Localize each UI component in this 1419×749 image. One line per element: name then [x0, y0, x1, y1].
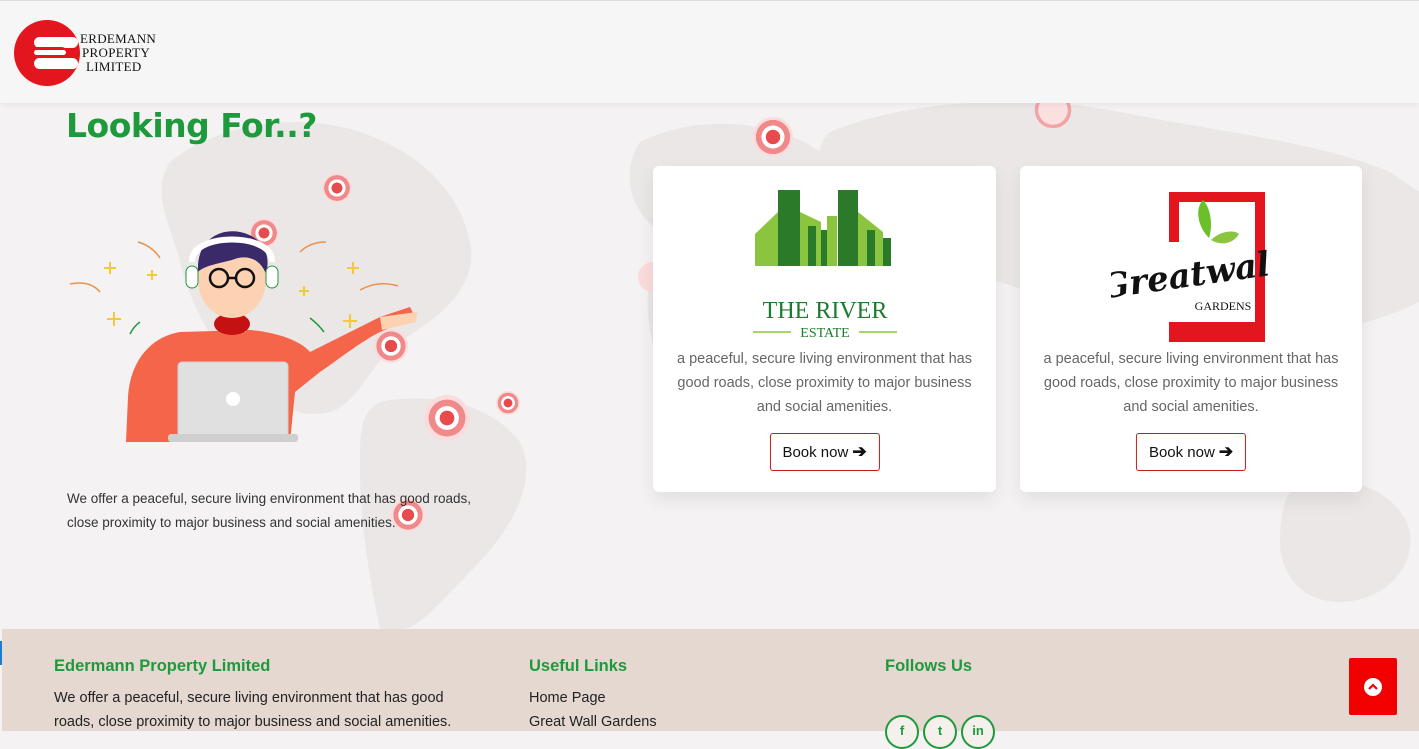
- hero-description: We offer a peaceful, secure living envir…: [67, 490, 471, 530]
- facebook-icon[interactable]: f: [885, 715, 919, 749]
- card-description: a peaceful, secure living environment th…: [1043, 351, 1339, 415]
- arrow-right-icon: ➔: [1218, 442, 1234, 461]
- footer-link-great-wall-gardens[interactable]: Great Wall Gardens: [529, 710, 657, 734]
- book-now-label: Book now: [1148, 443, 1215, 461]
- logo-line-2: PROPERTY: [82, 45, 151, 60]
- river-estate-logo-icon: THE RIVER ESTATE: [752, 190, 897, 341]
- site-header: ERDEMANN PROPERTY LIMITED: [0, 0, 1419, 103]
- footer-useful-links: Useful Links Home Page Great Wall Garden…: [529, 657, 657, 734]
- hero-section: Looking For..? We offer a peaceful, secu…: [0, 102, 1419, 629]
- card-description: a peaceful, secure living environment th…: [676, 351, 972, 415]
- footer-company-title: Edermann Property Limited: [54, 657, 271, 675]
- book-now-label: Book now: [782, 443, 849, 461]
- river-logo-subtitle: ESTATE: [800, 326, 849, 341]
- property-card-greatwall-gardens: Greatwall GARDENS a peaceful, secure liv…: [1020, 166, 1362, 492]
- logo-line-3: LIMITED: [86, 59, 142, 74]
- book-now-button[interactable]: Book now ➔: [1135, 433, 1247, 471]
- page-heading: Looking For..?: [66, 106, 317, 145]
- property-card-river-estate: THE RIVER ESTATE a peaceful, secure livi…: [653, 166, 996, 492]
- logo-mark-icon: [14, 20, 80, 86]
- greatwall-logo-title: Greatwall: [1111, 243, 1271, 308]
- company-logo[interactable]: ERDEMANN PROPERTY LIMITED: [14, 17, 174, 89]
- map-pin-marker: [496, 391, 520, 415]
- footer-company-text: We offer a peaceful, secure living envir…: [54, 690, 452, 730]
- greatwall-gardens-logo-icon: Greatwall GARDENS: [1111, 192, 1271, 342]
- social-links: f t in: [885, 715, 995, 749]
- customer-support-illustration: [69, 231, 417, 442]
- logo-wordmark: ERDEMANN PROPERTY LIMITED: [80, 32, 156, 74]
- footer-link-home[interactable]: Home Page: [529, 686, 657, 710]
- linkedin-icon[interactable]: in: [961, 715, 995, 749]
- arrow-right-icon: ➔: [852, 442, 867, 461]
- twitter-icon[interactable]: t: [923, 715, 957, 749]
- greatwall-logo-subtitle: GARDENS: [1195, 299, 1252, 313]
- map-pin-marker: [753, 117, 793, 157]
- scroll-to-top-button[interactable]: [1349, 658, 1397, 715]
- footer-links-title: Useful Links: [529, 657, 628, 675]
- map-pin-marker: [424, 395, 470, 441]
- map-pin-marker: [322, 173, 352, 203]
- site-footer: Edermann Property Limited We offer a pea…: [2, 629, 1419, 749]
- chevron-up-icon: [1364, 677, 1382, 696]
- footer-follow: Follows Us f t in: [885, 657, 995, 749]
- river-logo-title: THE RIVER: [762, 298, 887, 324]
- footer-follow-title: Follows Us: [885, 657, 973, 675]
- logo-line-1: ERDEMANN: [80, 31, 157, 46]
- footer-about: Edermann Property Limited We offer a pea…: [54, 657, 454, 734]
- book-now-button[interactable]: Book now ➔: [769, 433, 880, 471]
